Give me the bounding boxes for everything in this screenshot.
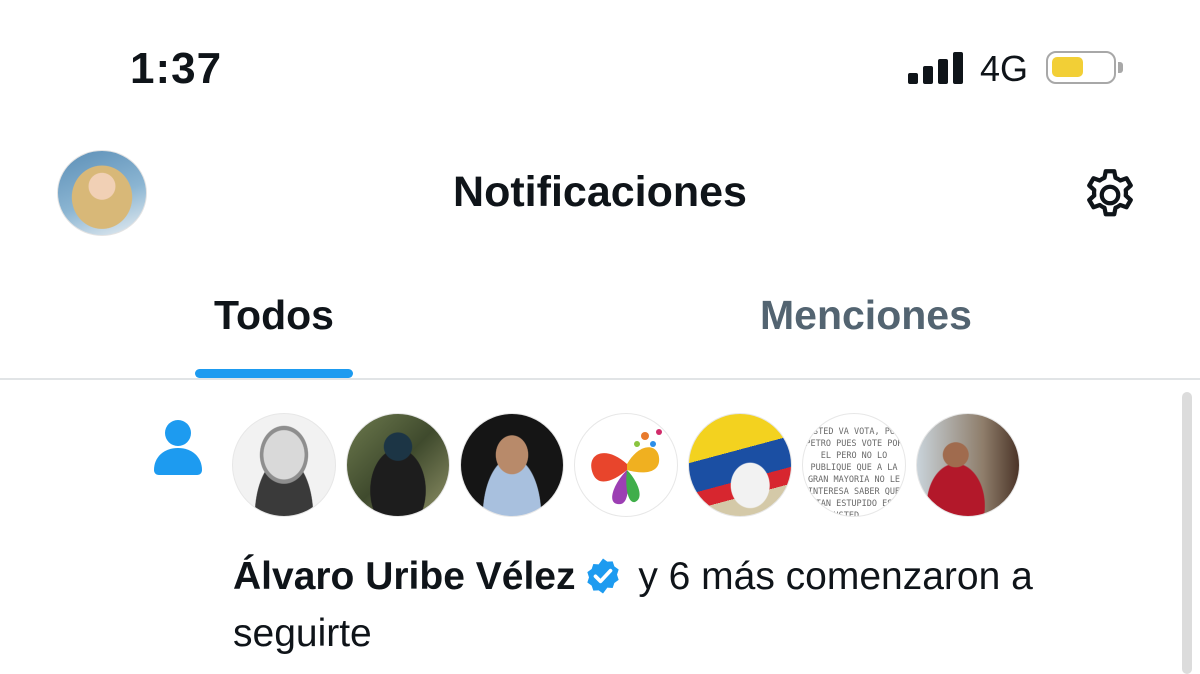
follower-avatar[interactable] bbox=[346, 413, 450, 517]
follower-avatar[interactable] bbox=[916, 413, 1020, 517]
status-time: 1:37 bbox=[130, 44, 223, 93]
follower-avatar[interactable] bbox=[460, 413, 564, 517]
battery-level bbox=[1052, 57, 1083, 77]
network-type: 4G bbox=[980, 48, 1029, 89]
notification-text[interactable]: Álvaro Uribe Vélez y 6 más comenzaron a … bbox=[233, 548, 1153, 662]
follower-avatar[interactable]: USTED VA VOTA, POR PETRO PUES VOTE POR E… bbox=[802, 413, 906, 517]
divider bbox=[0, 378, 1200, 380]
follower-avatar[interactable] bbox=[232, 413, 336, 517]
follower-avatar[interactable] bbox=[688, 413, 792, 517]
gear-icon[interactable] bbox=[1080, 165, 1140, 225]
person-icon bbox=[154, 420, 202, 475]
avatar-quote-text: USTED VA VOTA, POR PETRO PUES VOTE POR E… bbox=[805, 427, 903, 517]
signal-icon bbox=[908, 52, 966, 84]
tab-todos[interactable]: Todos bbox=[195, 292, 353, 339]
notification-user[interactable]: Álvaro Uribe Vélez bbox=[233, 555, 575, 598]
tab-menciones[interactable]: Menciones bbox=[760, 292, 972, 339]
verified-badge-icon bbox=[587, 558, 620, 594]
page-title: Notificaciones bbox=[453, 168, 747, 216]
follower-avatar[interactable] bbox=[574, 413, 678, 517]
active-tab-indicator bbox=[195, 369, 353, 378]
scrollbar[interactable] bbox=[1182, 392, 1192, 674]
battery-icon bbox=[1046, 51, 1123, 84]
butterfly-icon bbox=[591, 429, 662, 505]
